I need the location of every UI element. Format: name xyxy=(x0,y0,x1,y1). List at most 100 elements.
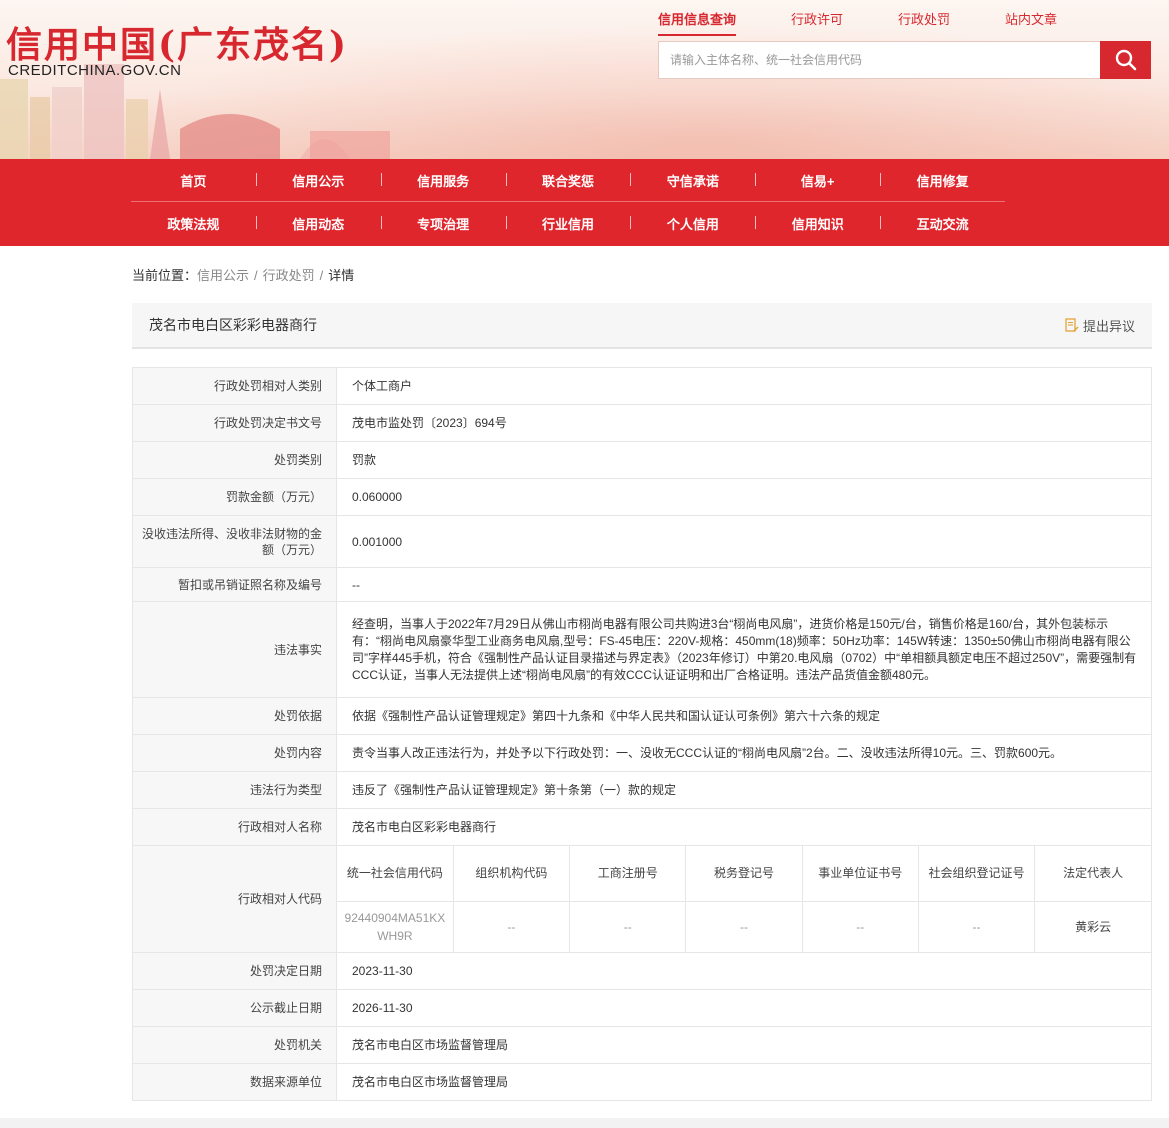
nav-interaction[interactable]: 互动交流 xyxy=(880,214,1005,233)
search-button[interactable] xyxy=(1100,41,1151,79)
table-row: 数据来源单位 茂名市电白区市场监督管理局 xyxy=(132,1063,1152,1101)
field-label: 罚款金额（万元） xyxy=(132,478,337,516)
breadcrumb-separator: / xyxy=(319,268,324,283)
top-link-site-articles[interactable]: 站内文章 xyxy=(1005,9,1057,36)
table-row: 处罚机关 茂名市电白区市场监督管理局 xyxy=(132,1026,1152,1064)
field-value: 茂名市电白区市场监督管理局 xyxy=(336,1063,1152,1101)
site-logo-title[interactable]: 信用中国(广东茂名) xyxy=(6,16,348,68)
field-value: 罚款 xyxy=(336,441,1152,479)
nav-joint-rewards[interactable]: 联合奖惩 xyxy=(505,171,631,190)
field-label: 行政处罚决定书文号 xyxy=(132,404,337,442)
column-header: 统一社会信用代码 xyxy=(337,846,454,902)
table-cell: -- xyxy=(452,900,571,952)
field-value: 2026-11-30 xyxy=(336,989,1152,1027)
field-label: 行政处罚相对人类别 xyxy=(132,367,337,405)
main-nav-row-1: 首页 信用公示 信用服务 联合奖惩 守信承诺 信易+ 信用修复 xyxy=(131,159,1005,202)
site-header: 信用中国(广东茂名) CREDITCHINA.GOV.CN 信用信息查询 行政许… xyxy=(0,0,1169,159)
field-label: 处罚类别 xyxy=(132,441,337,479)
nav-policy[interactable]: 政策法规 xyxy=(131,214,256,233)
table-cell: -- xyxy=(917,900,1036,952)
top-link-admin-license[interactable]: 行政许可 xyxy=(791,9,843,36)
record-title-bar: 茂名市电白区彩彩电器商行 提出异议 xyxy=(132,303,1152,349)
breadcrumb-credit-publicity[interactable]: 信用公示 xyxy=(197,268,249,283)
main-nav: 首页 信用公示 信用服务 联合奖惩 守信承诺 信易+ 信用修复 政策法规 信用动… xyxy=(0,159,1169,246)
breadcrumb-current: 详情 xyxy=(328,268,355,283)
column-header: 工商注册号 xyxy=(569,846,687,902)
objection-label: 提出异议 xyxy=(1082,318,1135,334)
field-value: 茂电市监处罚〔2023〕694号 xyxy=(336,404,1152,442)
table-row: 处罚类别 罚款 xyxy=(132,441,1152,479)
column-header: 组织机构代码 xyxy=(452,846,571,902)
field-label: 行政相对人代码 xyxy=(132,845,337,953)
nav-industry-credit[interactable]: 行业信用 xyxy=(505,214,631,233)
nav-special-governance[interactable]: 专项治理 xyxy=(380,214,506,233)
field-label: 行政相对人名称 xyxy=(132,808,337,846)
nav-credit-news[interactable]: 信用动态 xyxy=(255,214,381,233)
field-label: 没收违法所得、没收非法财物的金额（万元） xyxy=(132,515,337,568)
table-row: 没收违法所得、没收非法财物的金额（万元） 0.001000 xyxy=(132,515,1152,568)
table-row: 行政处罚决定书文号 茂电市监处罚〔2023〕694号 xyxy=(132,404,1152,442)
field-value: 责令当事人改正违法行为，并处予以下行政处罚：一、没收无CCC认证的“栩尚电风扇”… xyxy=(336,734,1152,772)
nav-credit-service[interactable]: 信用服务 xyxy=(380,171,506,190)
table-cell: -- xyxy=(801,900,919,952)
top-nav: 信用信息查询 行政许可 行政处罚 站内文章 xyxy=(658,9,1112,36)
field-value: 2023-11-30 xyxy=(336,952,1152,990)
table-cell: 92440904MA51KXWH9R xyxy=(337,900,454,952)
field-label: 违法事实 xyxy=(132,601,337,698)
field-label: 暂扣或吊销证照名称及编号 xyxy=(132,567,337,602)
entity-codes-table: 统一社会信用代码 组织机构代码 工商注册号 税务登记号 事业单位证书号 社会组织… xyxy=(337,846,1151,952)
table-cell: -- xyxy=(685,900,803,952)
field-label: 数据来源单位 xyxy=(132,1063,337,1101)
table-header-row: 统一社会信用代码 组织机构代码 工商注册号 税务登记号 事业单位证书号 社会组织… xyxy=(337,846,1151,902)
nav-personal-credit[interactable]: 个人信用 xyxy=(630,214,755,233)
nav-xinyi-plus[interactable]: 信易+ xyxy=(755,171,880,190)
table-row: 行政处罚相对人类别 个体工商户 xyxy=(132,367,1152,405)
main-nav-row-2: 政策法规 信用动态 专项治理 行业信用 个人信用 信用知识 互动交流 xyxy=(131,202,1005,245)
table-row: 92440904MA51KXWH9R -- -- -- -- -- 黄彩云 xyxy=(337,900,1151,952)
top-link-admin-penalty[interactable]: 行政处罚 xyxy=(898,9,950,36)
column-header: 社会组织登记证号 xyxy=(917,846,1036,902)
column-header: 税务登记号 xyxy=(685,846,803,902)
field-label: 处罚依据 xyxy=(132,697,337,735)
field-value: 0.060000 xyxy=(336,478,1152,516)
field-value: 依据《强制性产品认证管理规定》第四十九条和《中华人民共和国认证认可条例》第六十六… xyxy=(336,697,1152,735)
field-value: 0.001000 xyxy=(336,515,1152,568)
column-header: 法定代表人 xyxy=(1034,846,1151,902)
search-input[interactable] xyxy=(659,42,1100,78)
field-value: 违反了《强制性产品认证管理规定》第十条第（一）款的规定 xyxy=(336,771,1152,809)
objection-button[interactable]: 提出异议 xyxy=(1065,316,1135,335)
breadcrumb-prefix: 当前位置： xyxy=(132,268,198,283)
top-link-credit-query[interactable]: 信用信息查询 xyxy=(658,9,737,36)
field-value: 茂名市电白区彩彩电器商行 xyxy=(336,808,1152,846)
table-row: 处罚依据 依据《强制性产品认证管理规定》第四十九条和《中华人民共和国认证认可条例… xyxy=(132,697,1152,735)
table-row: 公示截止日期 2026-11-30 xyxy=(132,989,1152,1027)
breadcrumb: 当前位置：信用公示 / 行政处罚 / 详情 xyxy=(132,265,354,284)
nav-home[interactable]: 首页 xyxy=(131,171,256,190)
table-row: 处罚决定日期 2023-11-30 xyxy=(132,952,1152,990)
table-cell: 黄彩云 xyxy=(1034,900,1151,952)
search-bar xyxy=(658,41,1151,79)
table-row: 违法事实 经查明，当事人于2022年7月29日从佛山市栩尚电器有限公司共购进3台… xyxy=(132,601,1152,698)
breadcrumb-admin-penalty[interactable]: 行政处罚 xyxy=(263,268,315,283)
field-label: 处罚决定日期 xyxy=(132,952,337,990)
nav-credit-publicity[interactable]: 信用公示 xyxy=(255,171,381,190)
field-label: 处罚机关 xyxy=(132,1026,337,1064)
table-row: 违法行为类型 违反了《强制性产品认证管理规定》第十条第（一）款的规定 xyxy=(132,771,1152,809)
nav-promise[interactable]: 守信承诺 xyxy=(630,171,755,190)
field-label: 违法行为类型 xyxy=(132,771,337,809)
nav-credit-knowledge[interactable]: 信用知识 xyxy=(755,214,880,233)
document-edit-icon xyxy=(1065,317,1079,332)
field-value: 个体工商户 xyxy=(336,367,1152,405)
field-value: 统一社会信用代码 组织机构代码 工商注册号 税务登记号 事业单位证书号 社会组织… xyxy=(336,845,1152,953)
breadcrumb-separator: / xyxy=(254,268,258,283)
field-label: 公示截止日期 xyxy=(132,989,337,1027)
column-header: 事业单位证书号 xyxy=(801,846,919,902)
penalty-detail-table: 行政处罚相对人类别 个体工商户 行政处罚决定书文号 茂电市监处罚〔2023〕69… xyxy=(132,367,1152,1101)
search-icon xyxy=(1115,49,1136,71)
table-row: 暂扣或吊销证照名称及编号 -- xyxy=(132,567,1152,602)
page-footer-strip xyxy=(0,1118,1169,1128)
nav-credit-repair[interactable]: 信用修复 xyxy=(880,171,1005,190)
table-cell: -- xyxy=(569,900,687,952)
table-row: 罚款金额（万元） 0.060000 xyxy=(132,478,1152,516)
table-row: 处罚内容 责令当事人改正违法行为，并处予以下行政处罚：一、没收无CCC认证的“栩… xyxy=(132,734,1152,772)
